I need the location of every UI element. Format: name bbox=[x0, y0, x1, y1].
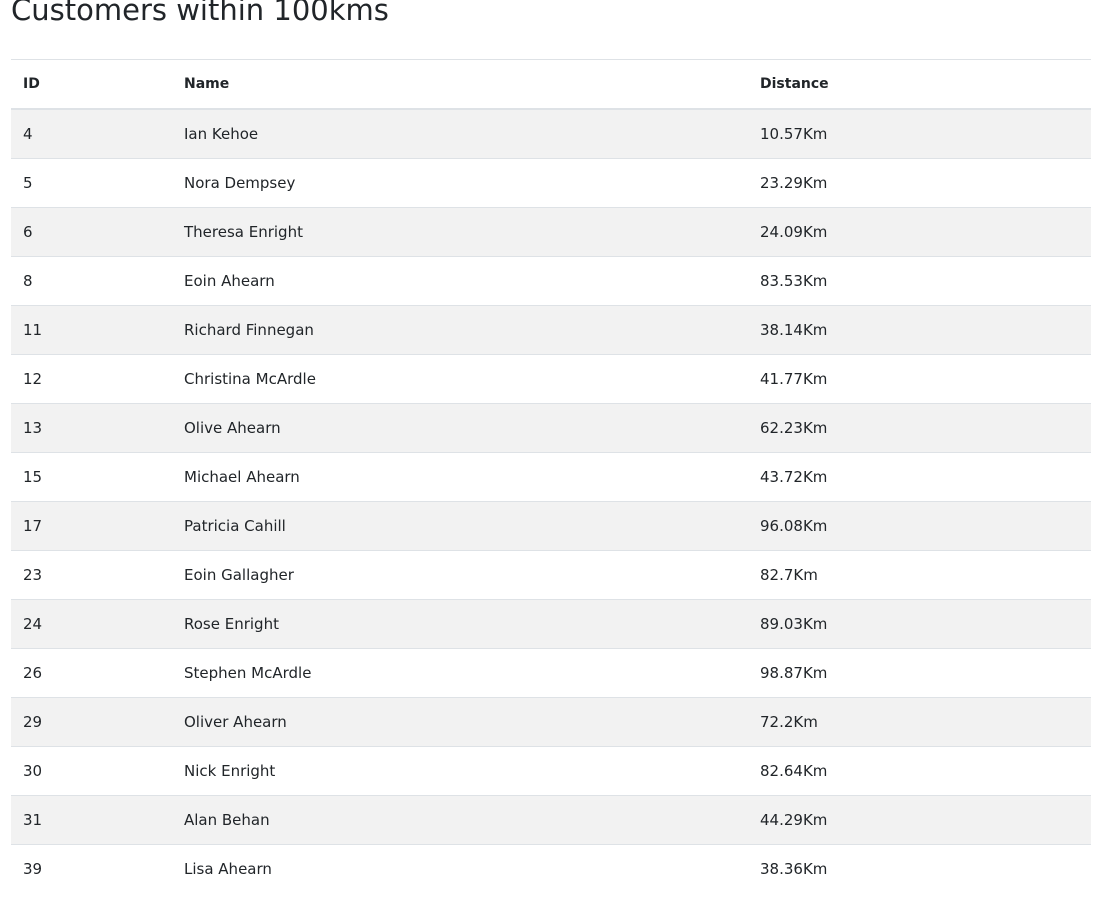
table-body: 4 Ian Kehoe 10.57Km 5 Nora Dempsey 23.29… bbox=[11, 108, 1091, 893]
cell-distance: 38.14Km bbox=[748, 305, 1091, 355]
cell-name: Alan Behan bbox=[172, 795, 748, 845]
table-row: 12 Christina McArdle 41.77Km bbox=[11, 354, 1091, 404]
cell-name: Rose Enright bbox=[172, 599, 748, 649]
table-row: 31 Alan Behan 44.29Km bbox=[11, 795, 1091, 845]
cell-id: 6 bbox=[11, 207, 172, 257]
cell-id: 8 bbox=[11, 256, 172, 306]
cell-distance: 38.36Km bbox=[748, 844, 1091, 893]
cell-distance: 41.77Km bbox=[748, 354, 1091, 404]
table-row: 17 Patricia Cahill 96.08Km bbox=[11, 501, 1091, 551]
cell-distance: 82.64Km bbox=[748, 746, 1091, 796]
cell-distance: 96.08Km bbox=[748, 501, 1091, 551]
table-row: 15 Michael Ahearn 43.72Km bbox=[11, 452, 1091, 502]
cell-id: 12 bbox=[11, 354, 172, 404]
cell-name: Patricia Cahill bbox=[172, 501, 748, 551]
cell-id: 4 bbox=[11, 108, 172, 159]
cell-id: 5 bbox=[11, 158, 172, 208]
cell-id: 24 bbox=[11, 599, 172, 649]
table-row: 24 Rose Enright 89.03Km bbox=[11, 599, 1091, 649]
customers-table: ID Name Distance 4 Ian Kehoe 10.57Km 5 N… bbox=[11, 59, 1091, 893]
table-row: 23 Eoin Gallagher 82.7Km bbox=[11, 550, 1091, 600]
table-row: 5 Nora Dempsey 23.29Km bbox=[11, 158, 1091, 208]
cell-id: 30 bbox=[11, 746, 172, 796]
table-header: ID Name Distance bbox=[11, 59, 1091, 110]
page-title: Customers within 100kms bbox=[11, 0, 389, 27]
cell-name: Olive Ahearn bbox=[172, 403, 748, 453]
cell-name: Michael Ahearn bbox=[172, 452, 748, 502]
cell-id: 13 bbox=[11, 403, 172, 453]
table-header-row: ID Name Distance bbox=[11, 59, 1091, 110]
cell-id: 26 bbox=[11, 648, 172, 698]
column-header-distance: Distance bbox=[748, 59, 1091, 110]
cell-distance: 89.03Km bbox=[748, 599, 1091, 649]
cell-name: Oliver Ahearn bbox=[172, 697, 748, 747]
cell-id: 11 bbox=[11, 305, 172, 355]
cell-name: Richard Finnegan bbox=[172, 305, 748, 355]
table-row: 8 Eoin Ahearn 83.53Km bbox=[11, 256, 1091, 306]
cell-id: 31 bbox=[11, 795, 172, 845]
cell-distance: 98.87Km bbox=[748, 648, 1091, 698]
table-row: 29 Oliver Ahearn 72.2Km bbox=[11, 697, 1091, 747]
table-row: 11 Richard Finnegan 38.14Km bbox=[11, 305, 1091, 355]
cell-name: Stephen McArdle bbox=[172, 648, 748, 698]
cell-id: 15 bbox=[11, 452, 172, 502]
cell-name: Christina McArdle bbox=[172, 354, 748, 404]
cell-distance: 72.2Km bbox=[748, 697, 1091, 747]
cell-name: Eoin Ahearn bbox=[172, 256, 748, 306]
cell-distance: 62.23Km bbox=[748, 403, 1091, 453]
cell-name: Nora Dempsey bbox=[172, 158, 748, 208]
cell-id: 29 bbox=[11, 697, 172, 747]
table-row: 4 Ian Kehoe 10.57Km bbox=[11, 108, 1091, 159]
cell-distance: 43.72Km bbox=[748, 452, 1091, 502]
cell-id: 17 bbox=[11, 501, 172, 551]
cell-id: 39 bbox=[11, 844, 172, 893]
cell-distance: 83.53Km bbox=[748, 256, 1091, 306]
column-header-name: Name bbox=[172, 59, 748, 110]
cell-distance: 24.09Km bbox=[748, 207, 1091, 257]
table-row: 6 Theresa Enright 24.09Km bbox=[11, 207, 1091, 257]
cell-distance: 23.29Km bbox=[748, 158, 1091, 208]
cell-name: Nick Enright bbox=[172, 746, 748, 796]
page: Customers within 100kms ID Name Distance… bbox=[0, 0, 1100, 897]
cell-name: Theresa Enright bbox=[172, 207, 748, 257]
table-row: 30 Nick Enright 82.64Km bbox=[11, 746, 1091, 796]
cell-name: Lisa Ahearn bbox=[172, 844, 748, 893]
column-header-id: ID bbox=[11, 59, 172, 110]
cell-name: Ian Kehoe bbox=[172, 108, 748, 159]
cell-distance: 44.29Km bbox=[748, 795, 1091, 845]
cell-name: Eoin Gallagher bbox=[172, 550, 748, 600]
table-row: 39 Lisa Ahearn 38.36Km bbox=[11, 844, 1091, 893]
table-row: 26 Stephen McArdle 98.87Km bbox=[11, 648, 1091, 698]
cell-distance: 82.7Km bbox=[748, 550, 1091, 600]
table-row: 13 Olive Ahearn 62.23Km bbox=[11, 403, 1091, 453]
cell-distance: 10.57Km bbox=[748, 108, 1091, 159]
cell-id: 23 bbox=[11, 550, 172, 600]
